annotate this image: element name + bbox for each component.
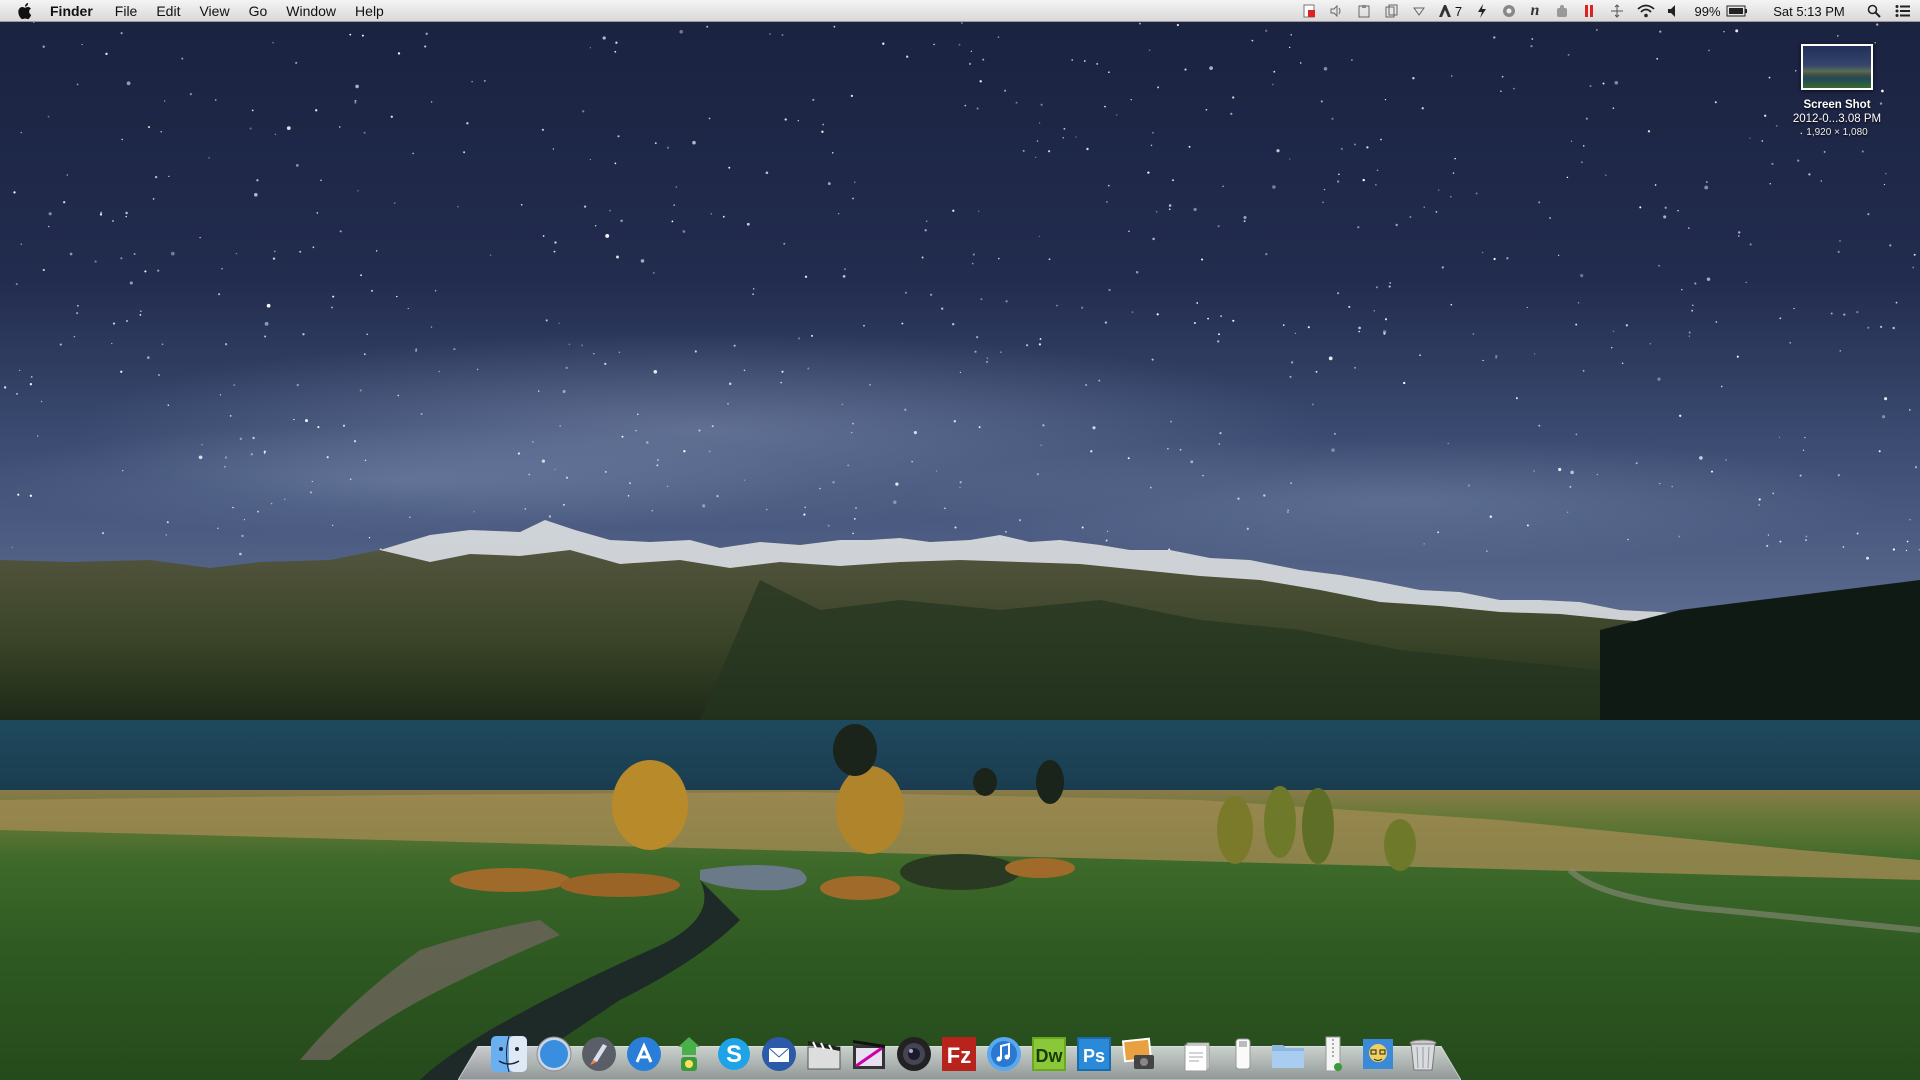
- dreamweaver-label: Dw: [1036, 1046, 1064, 1066]
- wifi-icon[interactable]: [1632, 0, 1660, 22]
- filezilla-label: Fz: [947, 1043, 971, 1068]
- photoshop-label: Ps: [1083, 1046, 1105, 1066]
- file-dimensions: 1,920 × 1,080: [1806, 127, 1868, 138]
- copy-icon[interactable]: [1378, 0, 1406, 22]
- menu-bar: Finder File Edit View Go Window Help 7 n…: [0, 0, 1920, 22]
- app-store-icon[interactable]: [625, 1034, 663, 1074]
- pdf-icon[interactable]: [1296, 0, 1322, 22]
- adobe-count: 7: [1454, 3, 1463, 19]
- n-app-icon[interactable]: n: [1522, 0, 1548, 22]
- menu-help[interactable]: Help: [355, 3, 384, 19]
- speaker-waves-icon[interactable]: [1322, 0, 1350, 22]
- robot-icon[interactable]: [1548, 0, 1576, 22]
- menu-edit[interactable]: Edit: [156, 3, 180, 19]
- pause-icon[interactable]: [1576, 0, 1602, 22]
- battery-icon: [1726, 5, 1747, 17]
- dock: S Fz Dw Ps: [490, 1024, 1449, 1074]
- menu-finder[interactable]: Finder: [50, 3, 93, 19]
- iphoto-icon[interactable]: [1120, 1034, 1158, 1074]
- desktop-wallpaper: [0, 0, 1920, 1080]
- svg-text:S: S: [726, 1041, 742, 1068]
- menu-go[interactable]: Go: [249, 3, 268, 19]
- volume-icon[interactable]: [1660, 0, 1686, 22]
- folder-stack-icon[interactable]: [1269, 1034, 1307, 1074]
- spotlight-search-icon[interactable]: [1862, 0, 1886, 22]
- final-cut-icon[interactable]: [850, 1034, 888, 1074]
- zip-stack-icon[interactable]: [1314, 1034, 1352, 1074]
- battery-status[interactable]: 99%: [1686, 0, 1756, 22]
- launchpad-icon[interactable]: [580, 1034, 618, 1074]
- finder-icon[interactable]: [490, 1034, 528, 1074]
- settings-badge-icon[interactable]: [1496, 0, 1522, 22]
- status-menus: 7 n 99% Sat 5:13 PM: [1296, 0, 1920, 22]
- menu-clock[interactable]: Sat 5:13 PM: [1756, 0, 1862, 22]
- triangle-down-icon[interactable]: [1406, 0, 1432, 22]
- desktop-file-screenshot[interactable]: Screen Shot 2012-0...3.08 PM 1,920 × 1,0…: [1772, 44, 1902, 140]
- avatar-stack-icon[interactable]: [1359, 1034, 1397, 1074]
- trash-icon[interactable]: [1404, 1034, 1442, 1074]
- adobe-updates-icon[interactable]: 7: [1432, 0, 1468, 22]
- aperture-icon[interactable]: [895, 1034, 933, 1074]
- file-name-line2: 2012-0...3.08 PM: [1792, 113, 1882, 125]
- clipboard-icon[interactable]: [1350, 0, 1378, 22]
- clapboard-icon[interactable]: [805, 1034, 843, 1074]
- apple-menu-icon[interactable]: [18, 2, 36, 20]
- network-arrows-icon[interactable]: [1602, 0, 1632, 22]
- skype-icon[interactable]: S: [715, 1034, 753, 1074]
- filezilla-icon[interactable]: Fz: [940, 1034, 978, 1074]
- dreamweaver-icon[interactable]: Dw: [1030, 1034, 1068, 1074]
- photoshop-icon[interactable]: Ps: [1075, 1034, 1113, 1074]
- menu-view[interactable]: View: [199, 3, 229, 19]
- lightning-icon[interactable]: [1468, 0, 1496, 22]
- menu-file[interactable]: File: [115, 3, 138, 19]
- screenshot-thumbnail: [1801, 44, 1873, 90]
- document-stack-icon[interactable]: [1179, 1034, 1217, 1074]
- notification-center-icon[interactable]: [1886, 0, 1920, 22]
- safari-icon[interactable]: [535, 1034, 573, 1074]
- battery-percent: 99%: [1694, 3, 1721, 19]
- file-name-line1: Screen Shot: [1803, 99, 1871, 111]
- cyberduck-icon[interactable]: [670, 1034, 708, 1074]
- menu-window[interactable]: Window: [286, 3, 336, 19]
- itunes-icon[interactable]: [985, 1034, 1023, 1074]
- thunderbird-icon[interactable]: [760, 1034, 798, 1074]
- foreground-scenery: [0, 724, 1920, 1080]
- usb-drive-icon[interactable]: [1224, 1034, 1262, 1074]
